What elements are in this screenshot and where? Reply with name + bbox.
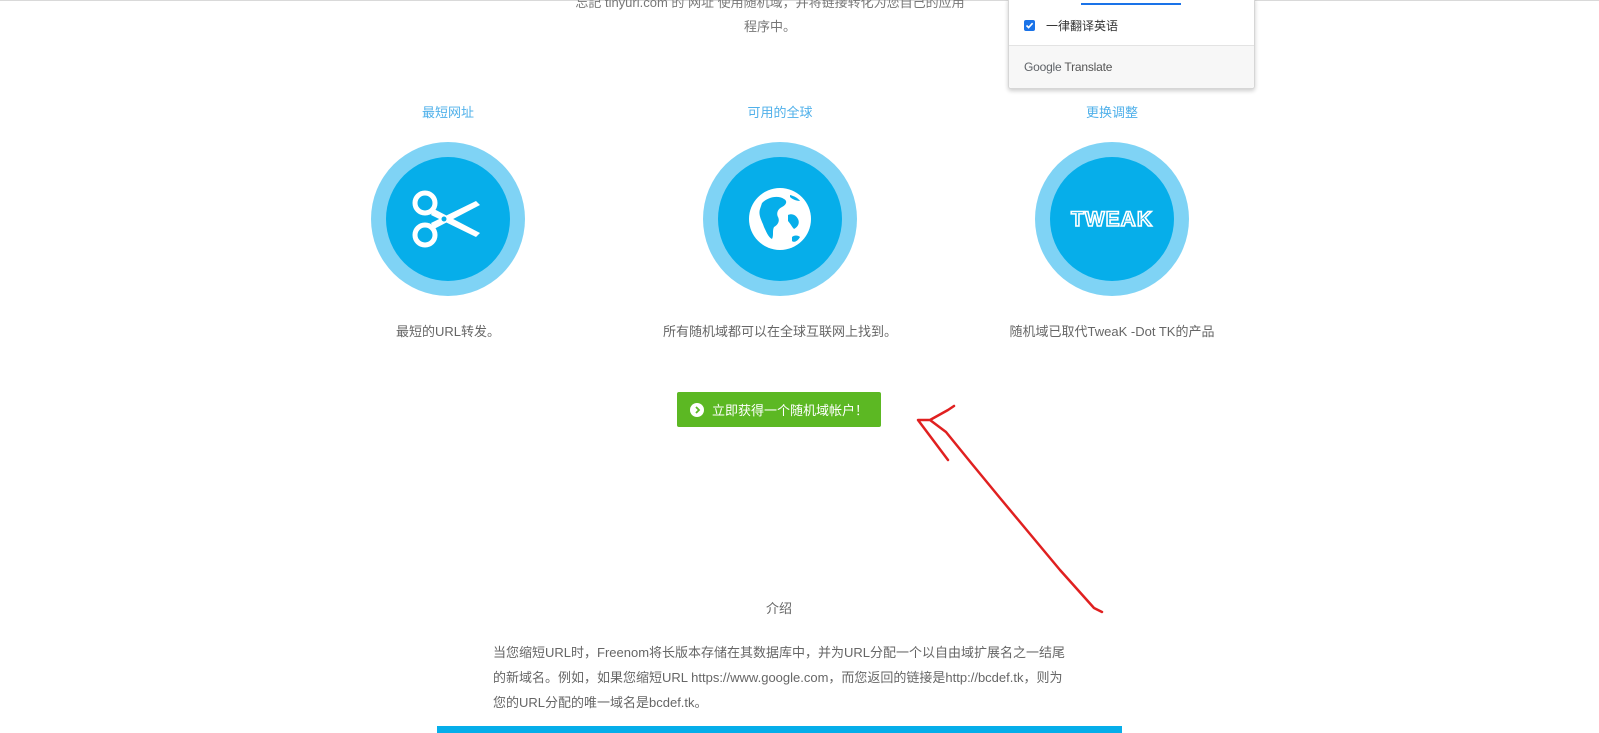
tweak-logo-text: TWEAK	[1071, 208, 1153, 231]
globe-icon	[749, 188, 811, 250]
chevron-circle-right-icon	[689, 402, 704, 417]
intro-heading: 介绍	[765, 601, 792, 616]
intro-paragraph: 当您缩短URL时，Freenom将长版本存储在其数据库中，并为URL分配一个以自…	[493, 645, 1066, 710]
feature-desc: 最短的URL转发。	[395, 324, 500, 339]
feature-title: 最短网址	[421, 105, 474, 120]
intro-cut-text: 忘記 tinyurl.com 的 网址 使用随机域，并将链接转化为您自己的应用 …	[560, 0, 980, 39]
feature-title: 更换调整	[1085, 105, 1138, 120]
get-account-button[interactable]: 立即获得一个随机域帐户！	[677, 392, 881, 427]
feature-desc: 随机域已取代TweaK -Dot TK的产品	[1009, 324, 1215, 339]
feature-icon-circle	[371, 142, 525, 296]
google-translate-brand: Google Translate	[1024, 60, 1112, 74]
cut-text-line1: 忘記 tinyurl.com 的 网址 使用随机域，并将链接转化为您自己的应用	[575, 0, 965, 10]
tweak-logo: TWEAK	[1070, 207, 1153, 232]
always-translate-checkbox[interactable]	[1024, 20, 1035, 31]
feature-icon-circle	[703, 142, 857, 296]
feature-desc: 所有随机域都可以在全球互联网上找到。	[662, 324, 897, 339]
feature-icon-circle: TWEAK	[1035, 142, 1189, 296]
brand-google: Google	[1024, 60, 1062, 74]
feature-tweak: 更换调整 TWEAK 随机域已取代TweaK -Dot TK的产品	[972, 104, 1252, 340]
popup-footer: Google Translate	[1009, 46, 1254, 88]
section-bar	[437, 726, 1122, 733]
always-translate-option[interactable]: 一律翻译英语	[1024, 17, 1118, 34]
feature-title: 可用的全球	[747, 105, 813, 120]
scissors-icon	[412, 190, 480, 248]
brand-translate: Translate	[1064, 60, 1113, 74]
active-tab-underline	[1081, 3, 1181, 5]
translate-popup: 一律翻译英语 Google Translate	[1008, 0, 1255, 89]
feature-shortest-url: 最短网址 最短的URL转发。	[308, 104, 588, 340]
feature-global: 可用的全球 所有随机域都可以在全球互联网上找到。	[640, 104, 920, 340]
always-translate-label: 一律翻译英语	[1046, 19, 1119, 33]
cut-text-line2: 程序中。	[743, 19, 796, 34]
get-account-label: 立即获得一个随机域帐户！	[711, 403, 868, 418]
